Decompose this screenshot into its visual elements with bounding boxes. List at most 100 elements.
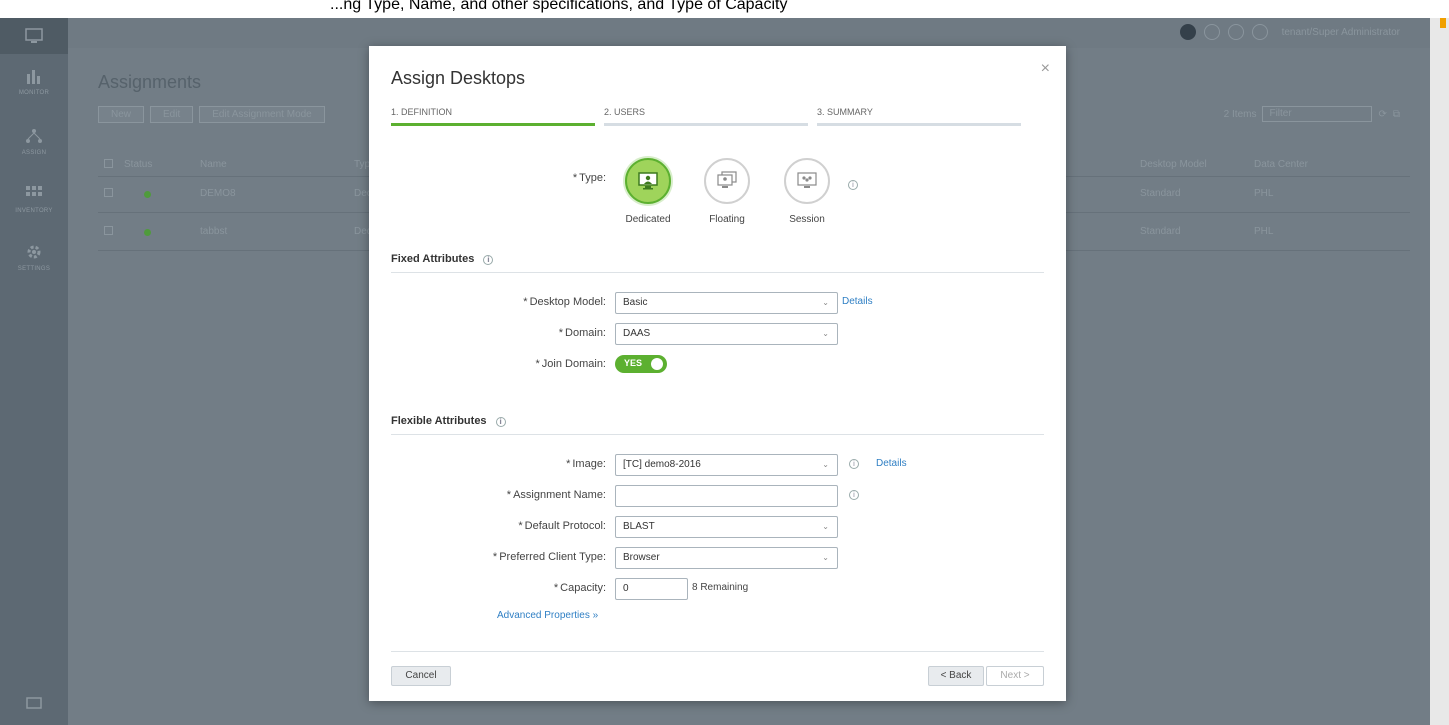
info-icon[interactable]: i xyxy=(849,459,859,469)
capacity-input[interactable]: 0 xyxy=(615,578,688,600)
info-icon[interactable]: i xyxy=(483,255,494,265)
step-users[interactable]: 2. USERS xyxy=(604,106,808,126)
column-data-center[interactable]: Data Center xyxy=(1254,159,1308,170)
sidebar-item-settings[interactable]: SETTINGS xyxy=(0,242,68,272)
chevron-down-icon: ⌄ xyxy=(822,522,829,531)
row-checkbox[interactable] xyxy=(104,188,113,197)
required-marker: * xyxy=(523,296,528,308)
info-icon[interactable]: i xyxy=(849,490,859,500)
info-icon[interactable] xyxy=(1251,24,1268,40)
search-icon[interactable] xyxy=(1203,24,1220,40)
type-option-dedicated[interactable]: Dedicated xyxy=(618,158,678,225)
cancel-button[interactable]: Cancel xyxy=(391,666,451,686)
domain-select[interactable]: DAAS ⌄ xyxy=(615,323,838,345)
user-menu[interactable]: tenant/Super Administrator xyxy=(1282,27,1400,38)
footer-divider xyxy=(391,651,1044,652)
wizard-steps: 1. DEFINITION 2. USERS 3. SUMMARY xyxy=(391,106,1021,126)
row-dc: PHL xyxy=(1254,226,1274,237)
type-selector: * Type: Dedicated Floating Session i xyxy=(369,156,1066,236)
sidebar-item-label: SETTINGS xyxy=(17,266,51,272)
image-select[interactable]: [TC] demo8-2016 ⌄ xyxy=(615,454,838,476)
section-title-text: Flexible Attributes xyxy=(391,415,487,427)
status-dot xyxy=(144,191,151,198)
advanced-properties-link[interactable]: Advanced Properties » xyxy=(497,610,598,621)
type-name: Floating xyxy=(709,214,745,225)
row-dc: PHL xyxy=(1254,188,1274,199)
type-name: Session xyxy=(789,214,825,225)
label-text: Desktop Model: xyxy=(529,296,606,308)
fixed-attributes-title: Fixed Attributes i xyxy=(391,253,494,265)
capacity-remaining: 8 Remaining xyxy=(692,582,749,593)
browser-scrollbar[interactable] xyxy=(1430,18,1449,725)
sidebar-item-assign[interactable]: ASSIGN xyxy=(0,126,68,156)
type-option-session[interactable]: Session xyxy=(777,158,837,225)
label-text: Image: xyxy=(572,458,606,470)
back-button[interactable]: < Back xyxy=(928,666,984,686)
join-domain-label: * Join Domain: xyxy=(536,358,606,370)
export-icon[interactable]: ⧉ xyxy=(1393,109,1400,120)
preferred-client-label: * Preferred Client Type: xyxy=(493,551,606,563)
join-domain-toggle[interactable]: YES xyxy=(615,355,667,373)
step-summary[interactable]: 3. SUMMARY xyxy=(817,106,1021,126)
required-marker: * xyxy=(535,358,540,370)
chevron-down-icon: ⌄ xyxy=(822,460,829,469)
info-icon[interactable]: i xyxy=(848,180,858,190)
sidebar-item-monitor[interactable]: MONITOR xyxy=(0,66,68,96)
section-title-text: Fixed Attributes xyxy=(391,253,475,265)
image-details-link[interactable]: Details xyxy=(876,458,907,469)
label-text: Join Domain: xyxy=(541,358,606,370)
required-marker: * xyxy=(492,551,498,563)
row-name[interactable]: tabbst xyxy=(200,226,227,237)
required-marker: * xyxy=(566,458,571,470)
help-icon[interactable] xyxy=(1227,24,1244,40)
info-icon[interactable]: i xyxy=(495,417,506,427)
next-button[interactable]: Next > xyxy=(986,666,1044,686)
default-protocol-select[interactable]: BLAST ⌄ xyxy=(615,516,838,538)
refresh-icon[interactable]: ⟳ xyxy=(1378,109,1386,120)
strip-text: ...ng Type, Name, and other specificatio… xyxy=(330,0,788,13)
gear-icon xyxy=(27,245,41,259)
column-status[interactable]: Status xyxy=(124,159,152,170)
app-sidebar: MONITOR ASSIGN INVENTORY SETTINGS xyxy=(0,18,68,725)
sidebar-bottom-item[interactable] xyxy=(0,694,68,714)
step-definition[interactable]: 1. DEFINITION xyxy=(391,106,595,126)
domain-label: * Domain: xyxy=(559,327,606,339)
edit-assignment-mode-button[interactable]: Edit Assignment Mode xyxy=(199,106,325,123)
link-text: Advanced Properties xyxy=(497,610,590,621)
required-marker: * xyxy=(518,520,523,532)
preferred-client-select[interactable]: Browser ⌄ xyxy=(615,547,838,569)
select-all-checkbox[interactable] xyxy=(104,159,113,168)
monitor-logo-icon xyxy=(25,28,43,43)
toggle-knob xyxy=(651,358,663,370)
label-text: Assignment Name: xyxy=(513,489,606,501)
select-value: Browser xyxy=(623,552,660,563)
type-label: * Type: xyxy=(573,172,606,184)
image-label: * Image: xyxy=(566,458,606,470)
step-bar xyxy=(604,123,808,126)
close-icon[interactable]: × xyxy=(1041,60,1050,78)
status-dot xyxy=(144,229,151,236)
column-desktop-model[interactable]: Desktop Model xyxy=(1140,159,1207,170)
row-checkbox[interactable] xyxy=(104,226,113,235)
play-icon[interactable] xyxy=(1179,24,1196,40)
assignment-name-input[interactable] xyxy=(615,485,838,507)
flexible-attributes-title: Flexible Attributes i xyxy=(391,415,506,427)
desktop-model-select[interactable]: Basic ⌄ xyxy=(615,292,838,314)
column-type[interactable]: Typ xyxy=(354,159,370,170)
edit-button[interactable]: Edit xyxy=(150,106,194,123)
table-tools: 2 Items Filter ⟳ ⧉ xyxy=(1224,106,1400,122)
bar-chart-icon xyxy=(27,70,40,84)
double-chevron-down-icon: » xyxy=(592,610,599,621)
label-text: Domain: xyxy=(565,327,606,339)
row-name[interactable]: DEMO8 xyxy=(200,188,236,199)
type-option-floating[interactable]: Floating xyxy=(697,158,757,225)
sidebar-item-inventory[interactable]: INVENTORY xyxy=(0,184,68,214)
column-name[interactable]: Name xyxy=(200,159,227,170)
filter-input[interactable]: Filter xyxy=(1262,106,1373,122)
new-button[interactable]: New xyxy=(98,106,145,123)
select-value: [TC] demo8-2016 xyxy=(623,459,701,470)
required-marker: * xyxy=(572,172,578,184)
desktop-model-details-link[interactable]: Details xyxy=(842,296,873,307)
assignment-name-label: * Assignment Name: xyxy=(507,489,606,501)
sidebar-item-label: ASSIGN xyxy=(21,150,47,156)
